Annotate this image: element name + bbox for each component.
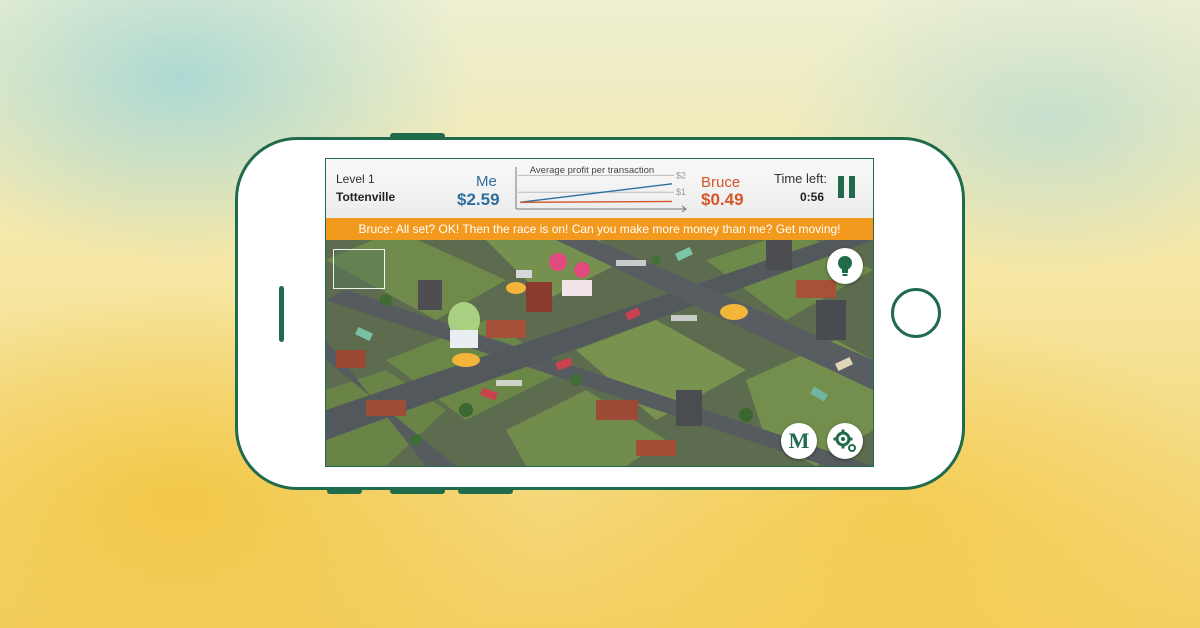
time-left-label: Time left: <box>774 171 827 186</box>
phone-home-button[interactable] <box>891 288 941 338</box>
dialogue-banner: Bruce: All set? OK! Then the race is on!… <box>326 218 873 240</box>
rival-name: Bruce <box>701 174 741 191</box>
level-label: Level 1 <box>336 172 375 186</box>
settings-button[interactable] <box>827 423 863 459</box>
coin-pile <box>452 353 480 367</box>
player-profit: $2.59 <box>457 190 500 209</box>
town-name: Tottenville <box>336 190 396 204</box>
building <box>766 240 792 270</box>
game-screen: Level 1 Tottenville Me $2.59 Average pro… <box>325 158 874 467</box>
building <box>676 390 702 426</box>
car <box>516 270 532 278</box>
rival-profit: $0.49 <box>701 190 744 209</box>
chart-series-me <box>519 183 673 203</box>
crosswalk <box>671 315 697 321</box>
building <box>418 280 442 310</box>
rival-shop <box>562 280 592 296</box>
tree <box>410 434 422 446</box>
tree <box>570 374 582 386</box>
gear-icon <box>833 429 856 452</box>
tree <box>739 408 753 422</box>
building <box>596 400 638 420</box>
chart-series-bruce <box>519 200 673 203</box>
building <box>816 300 846 340</box>
phone-earpiece <box>279 286 284 342</box>
building <box>336 350 366 368</box>
pause-icon-bar <box>849 176 855 198</box>
chart-title: Average profit per transaction <box>530 165 654 176</box>
player-name: Me <box>476 173 497 190</box>
pause-button[interactable] <box>838 176 858 198</box>
rival-shop-marker <box>574 262 590 278</box>
crosswalk <box>616 260 646 266</box>
chart-tick-label: $2 <box>676 170 686 180</box>
building <box>796 280 836 298</box>
building <box>526 282 552 312</box>
lightbulb-icon <box>838 256 852 276</box>
building <box>366 400 406 416</box>
menu-label: M <box>788 428 810 453</box>
coin-pile <box>720 304 748 320</box>
rival-shop-marker <box>549 253 567 271</box>
pause-icon <box>838 176 844 198</box>
hint-button[interactable] <box>827 248 863 284</box>
building <box>636 440 676 456</box>
tree <box>380 294 392 306</box>
tree <box>459 403 473 417</box>
hud-bar: Level 1 Tottenville Me $2.59 Average pro… <box>326 159 873 218</box>
crosswalk <box>496 380 522 386</box>
chart-tick-label: $1 <box>676 187 686 197</box>
menu-button[interactable]: M <box>781 423 817 459</box>
time-left-value: 0:56 <box>800 190 825 204</box>
building <box>486 320 526 338</box>
profit-chart: Average profit per transaction $2 $1 <box>515 165 687 213</box>
tree <box>651 255 661 265</box>
player-shop <box>450 330 478 348</box>
minimap[interactable] <box>333 249 385 289</box>
coin-pile <box>506 282 526 294</box>
